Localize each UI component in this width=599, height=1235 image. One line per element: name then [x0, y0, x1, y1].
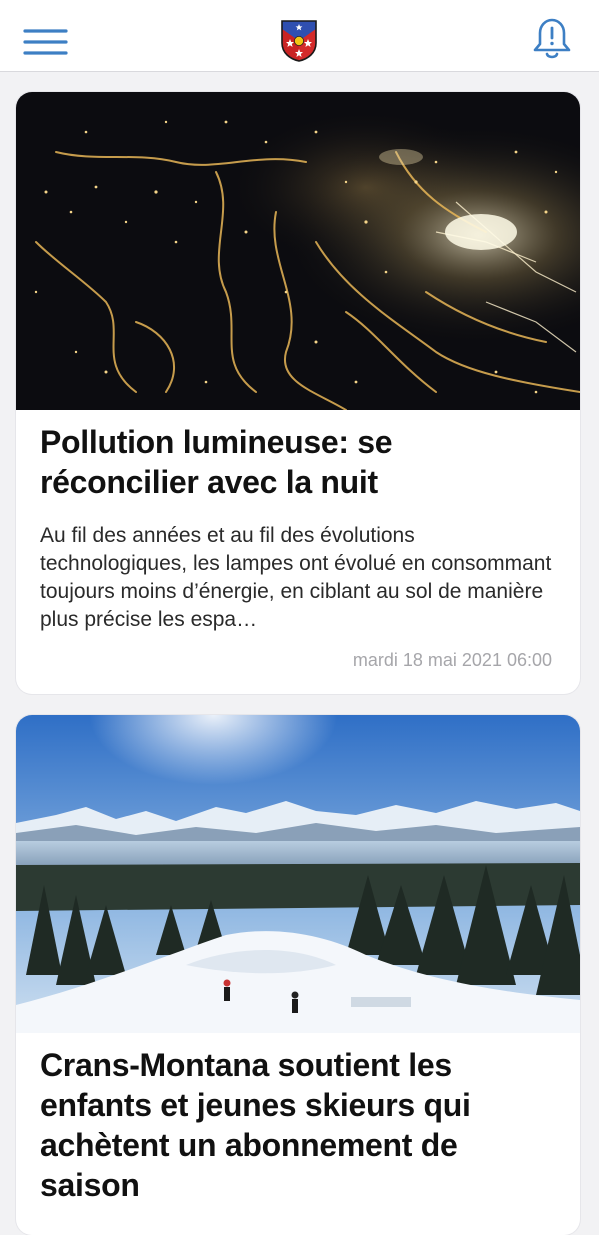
- top-navigation-bar: [0, 0, 599, 72]
- bell-alert-icon: [533, 18, 571, 59]
- article-image: [16, 92, 580, 410]
- article-excerpt: Au fil des années et au fil des évolutio…: [40, 524, 552, 631]
- article-title: Pollution lumineuse: se réconcilier avec…: [40, 424, 393, 500]
- news-feed: Pollution lumineuse: se réconcilier avec…: [0, 72, 599, 1235]
- news-card[interactable]: Crans-Montana soutient les enfants et je…: [16, 715, 580, 1235]
- article-image: [16, 715, 580, 1033]
- menu-button[interactable]: [22, 22, 70, 60]
- article-date: mardi 18 mai 2021 06:00: [352, 650, 552, 670]
- article-title: Crans-Montana soutient les enfants et je…: [40, 1047, 471, 1203]
- hamburger-menu-icon: [23, 29, 68, 55]
- crans-montana-crest-icon: [281, 20, 317, 62]
- crans-montana-crest-logo: [279, 19, 319, 63]
- news-card[interactable]: Pollution lumineuse: se réconcilier avec…: [16, 92, 580, 694]
- notifications-button[interactable]: [530, 16, 574, 62]
